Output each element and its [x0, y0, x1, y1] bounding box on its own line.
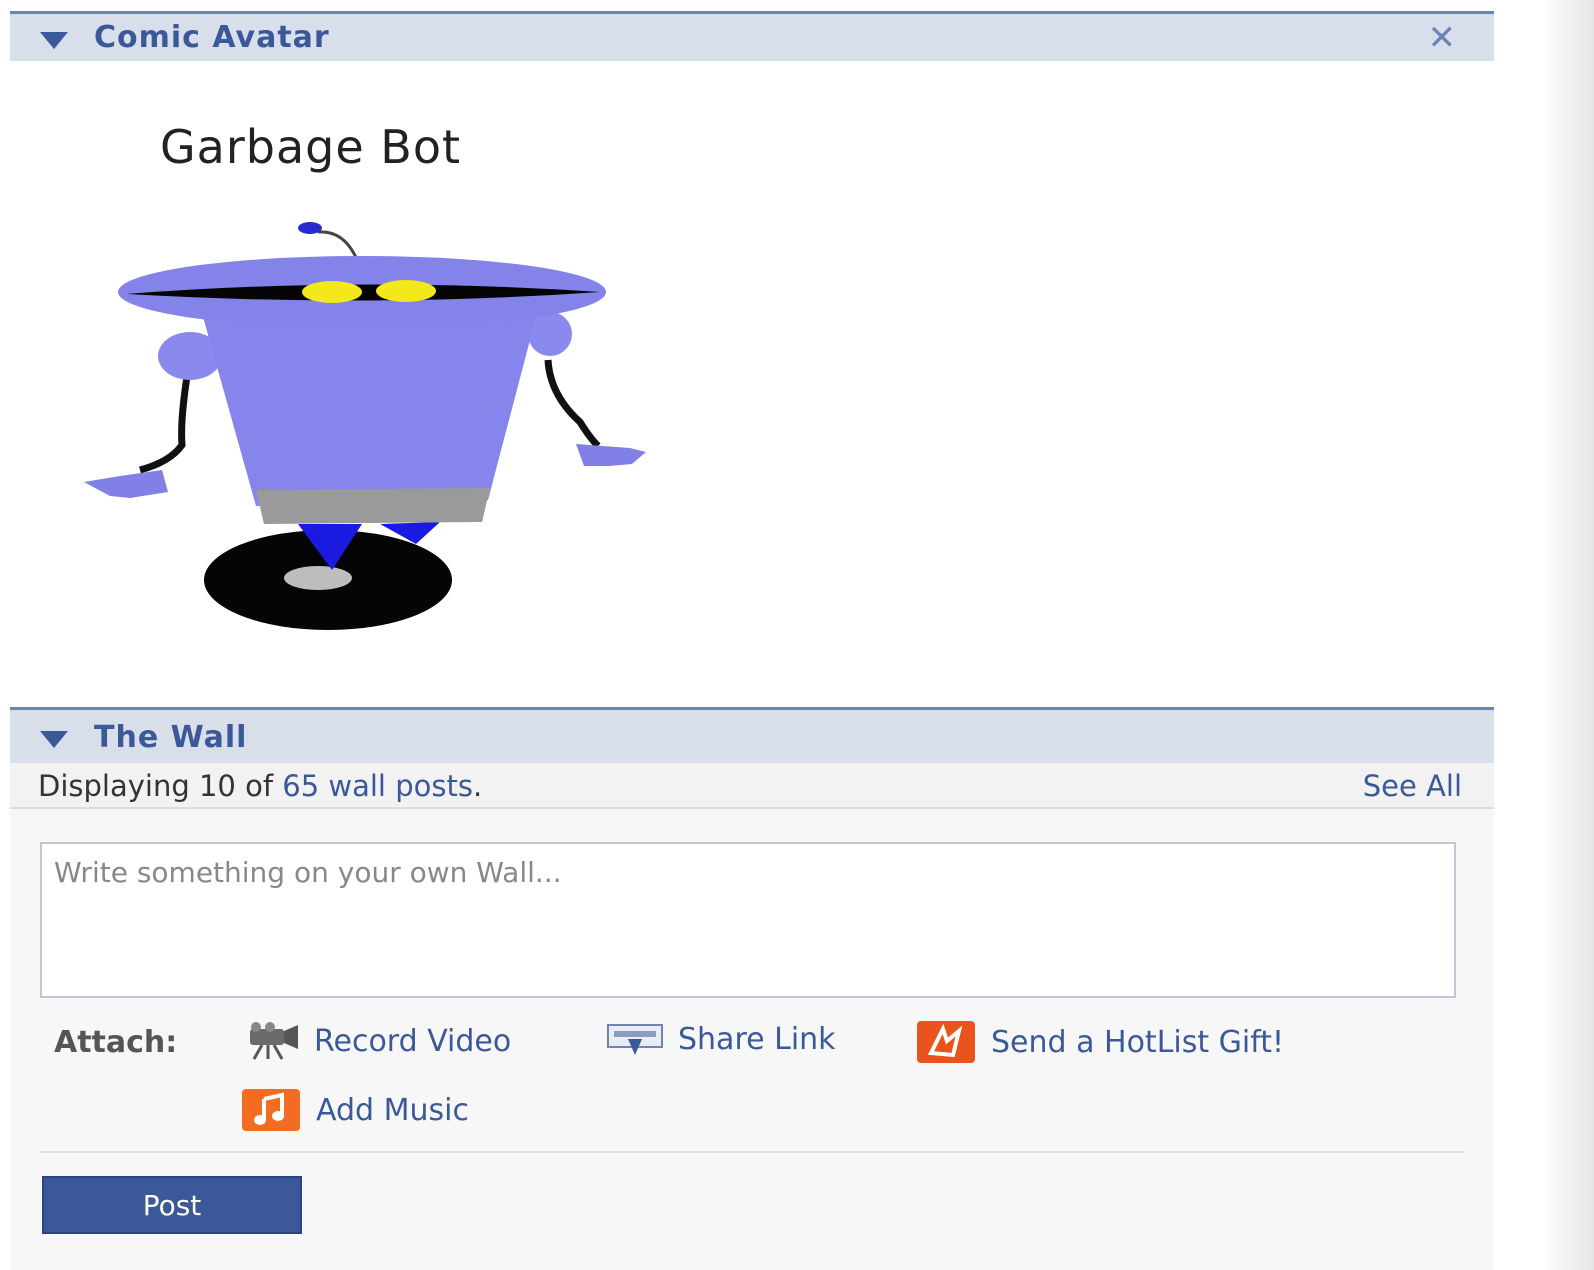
hotlist-gift-label: Send a HotList Gift!: [991, 1024, 1285, 1060]
wall-header: The Wall: [10, 707, 1494, 763]
wall-body: Attach: Record Video Share Link Send a H…: [10, 809, 1494, 1270]
add-music-label: Add Music: [316, 1092, 469, 1128]
wall-posts-link[interactable]: 65 wall posts: [282, 769, 473, 803]
video-camera-icon: [250, 1022, 298, 1060]
hotlist-gift-link[interactable]: Send a HotList Gift!: [915, 1019, 1284, 1065]
share-link-icon: [607, 1024, 663, 1055]
wall-post-input[interactable]: [40, 842, 1456, 998]
collapse-triangle-icon[interactable]: [40, 32, 68, 49]
wall-title: The Wall: [94, 720, 248, 755]
page-right-edge: [1542, 0, 1594, 1270]
wall-subheader: Displaying 10 of 65 wall posts. See All: [10, 763, 1494, 809]
wall-count-prefix: Displaying 10 of: [38, 769, 283, 803]
see-all-link[interactable]: See All: [1363, 769, 1462, 803]
share-link-link[interactable]: Share Link: [606, 1021, 836, 1057]
close-icon[interactable]: ✕: [1428, 18, 1457, 58]
share-link-label: Share Link: [678, 1021, 836, 1057]
divider: [40, 1151, 1464, 1153]
comic-avatar-header: Comic Avatar ✕: [10, 11, 1494, 61]
record-video-label: Record Video: [314, 1023, 512, 1059]
music-note-icon: [242, 1089, 300, 1131]
hotlist-gift-icon: [917, 1021, 975, 1063]
add-music-link[interactable]: Add Music: [240, 1087, 469, 1133]
collapse-triangle-icon[interactable]: [40, 731, 68, 748]
robot-avatar-illustration: [84, 222, 646, 630]
post-button[interactable]: Post: [42, 1176, 302, 1234]
avatar-name: Garbage Bot: [160, 120, 461, 174]
wall-post-count: Displaying 10 of 65 wall posts.: [38, 769, 482, 803]
wall-count-suffix: .: [472, 769, 483, 803]
record-video-link[interactable]: Record Video: [242, 1021, 511, 1061]
attach-label: Attach:: [54, 1025, 178, 1060]
comic-avatar-title: Comic Avatar: [94, 20, 330, 55]
